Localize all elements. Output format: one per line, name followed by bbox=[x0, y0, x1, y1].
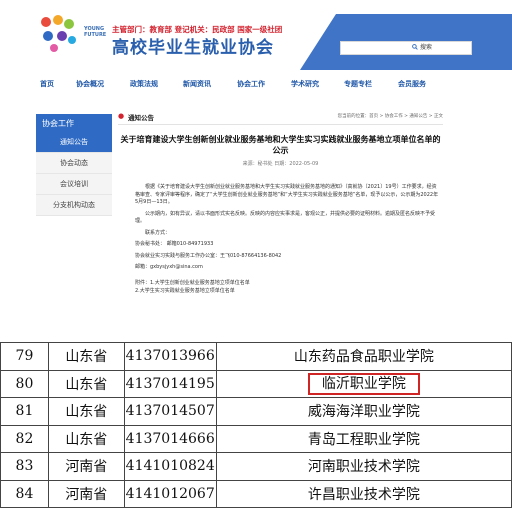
sidebar-item-meetings[interactable]: 会议培训 bbox=[36, 174, 112, 195]
article-paragraph: 协会就业实习实践与服务工作办公室：王飞010-87664136-8042 bbox=[135, 252, 282, 259]
row-code: 4141012067 bbox=[123, 479, 217, 508]
row-number: 84 bbox=[0, 479, 49, 508]
row-number: 82 bbox=[0, 424, 49, 453]
sidebar-title: 协会工作 bbox=[36, 114, 112, 132]
notice-tab[interactable]: 通知公告 bbox=[128, 112, 154, 122]
breadcrumb: 您当前的位置：首页 > 协会工作 > 通知公告 > 正文 bbox=[337, 114, 443, 119]
row-province: 河南省 bbox=[47, 452, 125, 481]
row-school-name: 威海海洋职业学院 bbox=[215, 397, 512, 426]
article-paragraph: 公示期内，如有异议，请以书面形式实名反映。反映的内容应实事求是，客观公正，并提供… bbox=[135, 210, 436, 225]
row-number: 79 bbox=[0, 342, 49, 371]
table-row: 79 山东省 4137013966 山东药品食品职业学院 bbox=[0, 342, 512, 371]
article-body: 根据《关于培育建设大学生创新创业就业服务基地和大学生实习实践就业服务基地的通知》… bbox=[135, 184, 440, 300]
nav-home[interactable]: 首页 bbox=[40, 79, 54, 89]
article-paragraph: 联系方式： bbox=[145, 229, 171, 236]
highlighted-school-name: 临沂职业学院 bbox=[307, 372, 420, 395]
table-row: 80 山东省 4137014195 临沂职业学院 bbox=[0, 369, 512, 398]
institution-table: 79 山东省 4137013966 山东药品食品职业学院 80 山东省 4137… bbox=[0, 342, 512, 508]
attachment-link[interactable]: 2.大学生实习实践就业服务基地立项单位名单 bbox=[135, 288, 440, 296]
row-province: 山东省 bbox=[47, 342, 125, 371]
row-school-name: 青岛工程职业学院 bbox=[215, 424, 512, 453]
row-school-name: 山东药品食品职业学院 bbox=[215, 342, 512, 371]
association-logo-icon[interactable] bbox=[36, 14, 80, 54]
search-input[interactable] bbox=[340, 41, 472, 55]
row-school-name: 许昌职业技术学院 bbox=[215, 479, 512, 508]
site-header: YOUNG FUTURE 主管部门：教育部 登记机关：民政部 国家一级社团 高校… bbox=[0, 0, 512, 70]
content-header: ● 通知公告 您当前的位置：首页 > 协会工作 > 通知公告 > 正文 bbox=[118, 111, 443, 125]
row-code: 4137013966 bbox=[123, 342, 217, 371]
article-paragraph: 邮箱：gxbysjyxh@sina.com bbox=[135, 264, 203, 270]
table-row: 84 河南省 4141012067 许昌职业技术学院 bbox=[0, 479, 512, 508]
row-number: 81 bbox=[0, 397, 49, 426]
row-code: 4141010824 bbox=[123, 452, 217, 481]
site-title[interactable]: 高校毕业生就业协会 bbox=[112, 33, 274, 58]
article-paragraph: 协会秘书处： 邮箱010-84971933 bbox=[135, 241, 214, 247]
article-paragraph: 根据《关于培育建设大学生创新创业就业服务基地和大学生实习实践就业服务基地的通知》… bbox=[135, 184, 439, 205]
table-row: 83 河南省 4141010824 河南职业技术学院 bbox=[0, 452, 512, 481]
nav-about[interactable]: 协会概况 bbox=[76, 79, 104, 89]
logo-text: YOUNG FUTURE bbox=[84, 26, 107, 38]
row-number: 83 bbox=[0, 452, 49, 481]
row-province: 河南省 bbox=[47, 479, 125, 508]
search-button[interactable]: 搜索 bbox=[412, 42, 432, 51]
row-province: 山东省 bbox=[47, 369, 125, 398]
article-title: 关于培育建设大学生创新创业就业服务基地和大学生实习实践就业服务基地立项单位名单的… bbox=[120, 135, 441, 155]
search-label: 搜索 bbox=[420, 44, 433, 51]
row-province: 山东省 bbox=[47, 424, 125, 453]
main-nav: 首页 协会概况 政策法规 新闻资讯 协会工作 学术研究 专题专栏 会员服务 bbox=[0, 76, 512, 92]
nav-news[interactable]: 新闻资讯 bbox=[183, 79, 211, 89]
nav-policy[interactable]: 政策法规 bbox=[130, 79, 158, 89]
nav-topics[interactable]: 专题专栏 bbox=[344, 79, 372, 89]
row-code: 4137014666 bbox=[123, 424, 217, 453]
row-school-name-cell: 临沂职业学院 bbox=[215, 369, 512, 398]
attachment-link[interactable]: 附件：1.大学生创新创业就业服务基地立项单位名单 bbox=[135, 280, 440, 288]
sidebar: 协会工作 通知公告 协会动态 会议培训 分支机构动态 bbox=[36, 114, 112, 216]
article-meta: 来源：秘书处 日期：2022-05-09 bbox=[242, 161, 319, 167]
sidebar-item-notices[interactable]: 通知公告 bbox=[36, 132, 112, 153]
nav-research[interactable]: 学术研究 bbox=[291, 79, 319, 89]
row-province: 山东省 bbox=[47, 397, 125, 426]
nav-work[interactable]: 协会工作 bbox=[237, 79, 265, 89]
table-row: 82 山东省 4137014666 青岛工程职业学院 bbox=[0, 424, 512, 453]
nav-member[interactable]: 会员服务 bbox=[398, 79, 426, 89]
row-school-name: 河南职业技术学院 bbox=[215, 452, 512, 481]
row-code: 4137014195 bbox=[123, 369, 217, 398]
table-row: 81 山东省 4137014507 威海海洋职业学院 bbox=[0, 397, 512, 426]
sidebar-item-branches[interactable]: 分支机构动态 bbox=[36, 195, 112, 216]
notice-icon: ● bbox=[118, 112, 125, 120]
row-number: 80 bbox=[0, 369, 49, 398]
search-icon bbox=[412, 43, 418, 50]
row-code: 4137014507 bbox=[123, 397, 217, 426]
sidebar-item-news[interactable]: 协会动态 bbox=[36, 153, 112, 174]
